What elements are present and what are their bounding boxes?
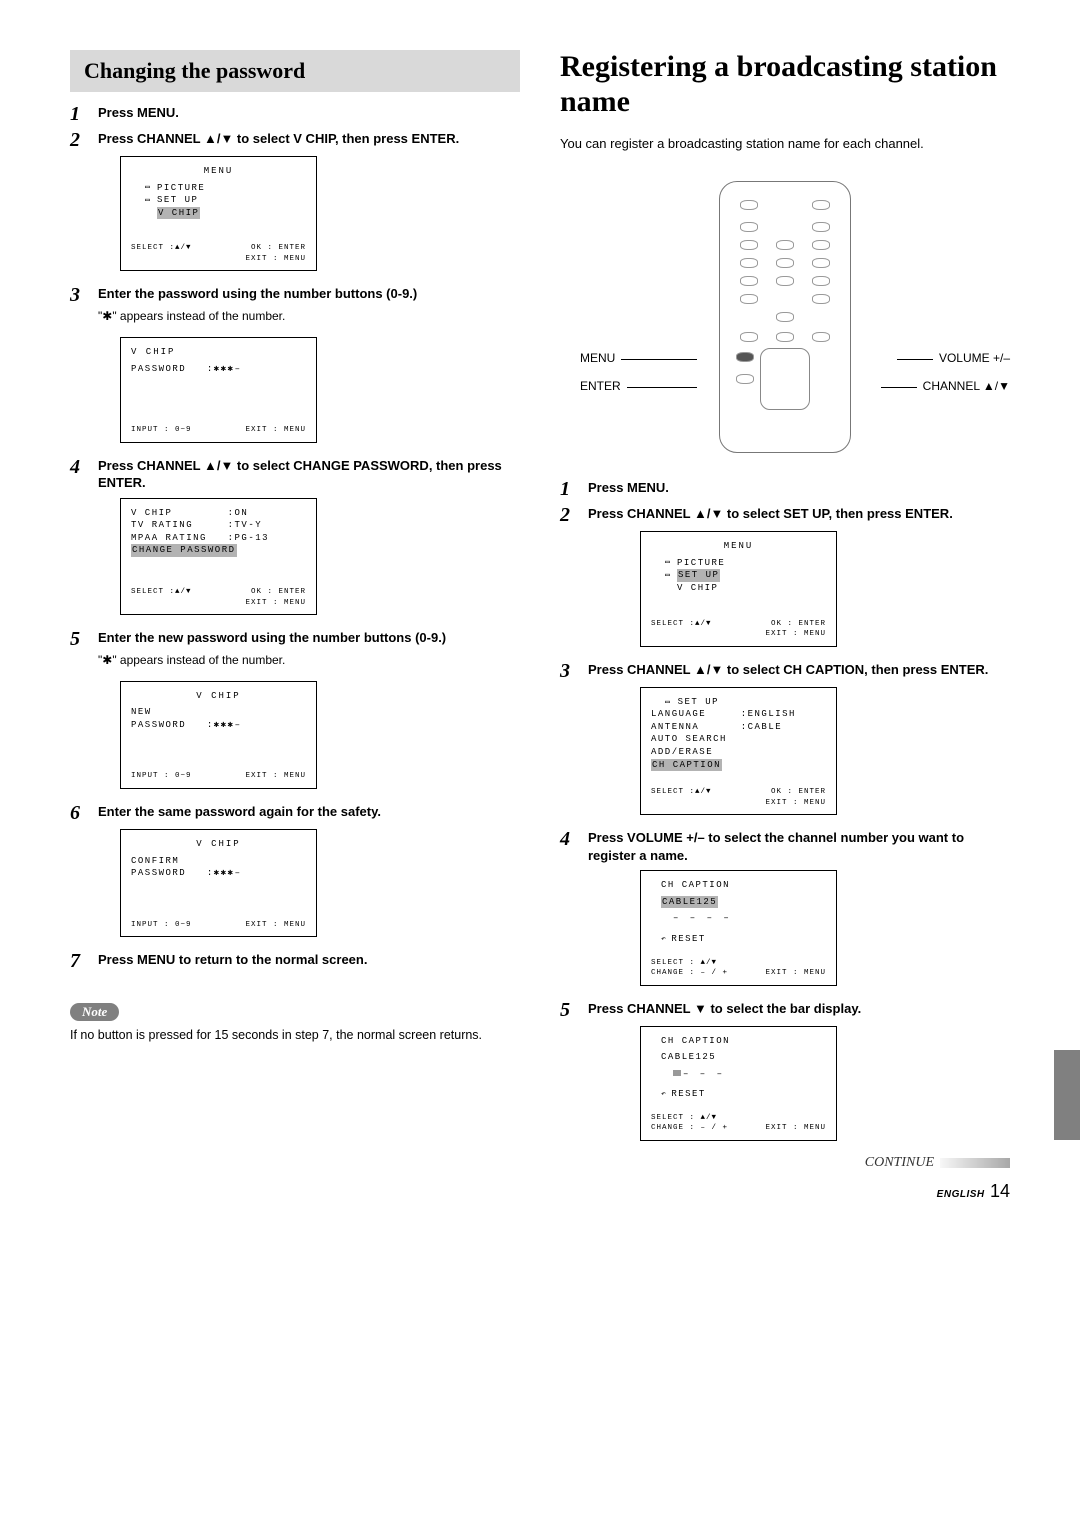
- page-footer: ENGLISH 14: [560, 1181, 1010, 1202]
- label-menu: MENU: [580, 351, 615, 365]
- r-step-5: 5 Press CHANNEL ▼ to select the bar disp…: [560, 1000, 1010, 1020]
- note-pill: Note: [70, 1003, 119, 1021]
- step-1: 1 Press MENU.: [70, 104, 520, 124]
- label-enter: ENTER: [580, 379, 621, 393]
- osd-ch-caption-2: CH CAPTION CABLE125 – – – RESET SELECT :…: [640, 1026, 837, 1141]
- osd-confirm-password: V CHIP CONFIRM PASSWORD :✱✱✱– INPUT : 0~…: [120, 829, 317, 937]
- r-step-3: 3 Press CHANNEL ▲/▼ to select CH CAPTION…: [560, 661, 1010, 681]
- r-step-4: 4 Press VOLUME +/– to select the channel…: [560, 829, 1010, 864]
- label-volume: VOLUME +/–: [939, 351, 1010, 365]
- label-channel: CHANNEL ▲/▼: [923, 379, 1010, 393]
- osd-setup-list: ▭ SET UP LANGUAGE :ENGLISH ANTENNA :CABL…: [640, 687, 837, 816]
- section-header: Changing the password: [70, 50, 520, 92]
- osd-vchip-settings: V CHIP :ON TV RATING :TV-Y MPAA RATING :…: [120, 498, 317, 615]
- r-step-1: 1 Press MENU.: [560, 479, 1010, 499]
- side-tab: [1054, 1050, 1080, 1140]
- section-title: Changing the password: [84, 58, 506, 84]
- step-5: 5 Enter the new password using the numbe…: [70, 629, 520, 675]
- page-title: Registering a broadcasting station name: [560, 50, 1010, 119]
- osd-setup-menu: MENU ▭PICTURE ▭SET UP V CHIP SELECT :▲/▼…: [640, 531, 837, 646]
- step-6: 6 Enter the same password again for the …: [70, 803, 520, 823]
- step-2: 2 Press CHANNEL ▲/▼ to select V CHIP, th…: [70, 130, 520, 150]
- osd-new-password: V CHIP NEW PASSWORD :✱✱✱– INPUT : 0~9 EX…: [120, 681, 317, 789]
- step-7: 7 Press MENU to return to the normal scr…: [70, 951, 520, 971]
- intro-text: You can register a broadcasting station …: [560, 135, 1010, 153]
- step-3: 3 Enter the password using the number bu…: [70, 285, 520, 331]
- step-4: 4 Press CHANNEL ▲/▼ to select CHANGE PAS…: [70, 457, 520, 492]
- osd-password-entry: V CHIP PASSWORD :✱✱✱– INPUT : 0~9 EXIT :…: [120, 337, 317, 443]
- note-text: If no button is pressed for 15 seconds i…: [70, 1027, 520, 1045]
- osd-main-menu: MENU ▭PICTURE ▭SET UP V CHIP SELECT :▲/▼…: [120, 156, 317, 271]
- continue-indicator: CONTINUE: [560, 1155, 1010, 1171]
- remote-illustration: MENU ENTER VOLUME +/– CHANNEL ▲/▼: [560, 173, 1010, 473]
- r-step-2: 2 Press CHANNEL ▲/▼ to select SET UP, th…: [560, 505, 1010, 525]
- osd-ch-caption-1: CH CAPTION CABLE125 – – – – RESET SELECT…: [640, 870, 837, 985]
